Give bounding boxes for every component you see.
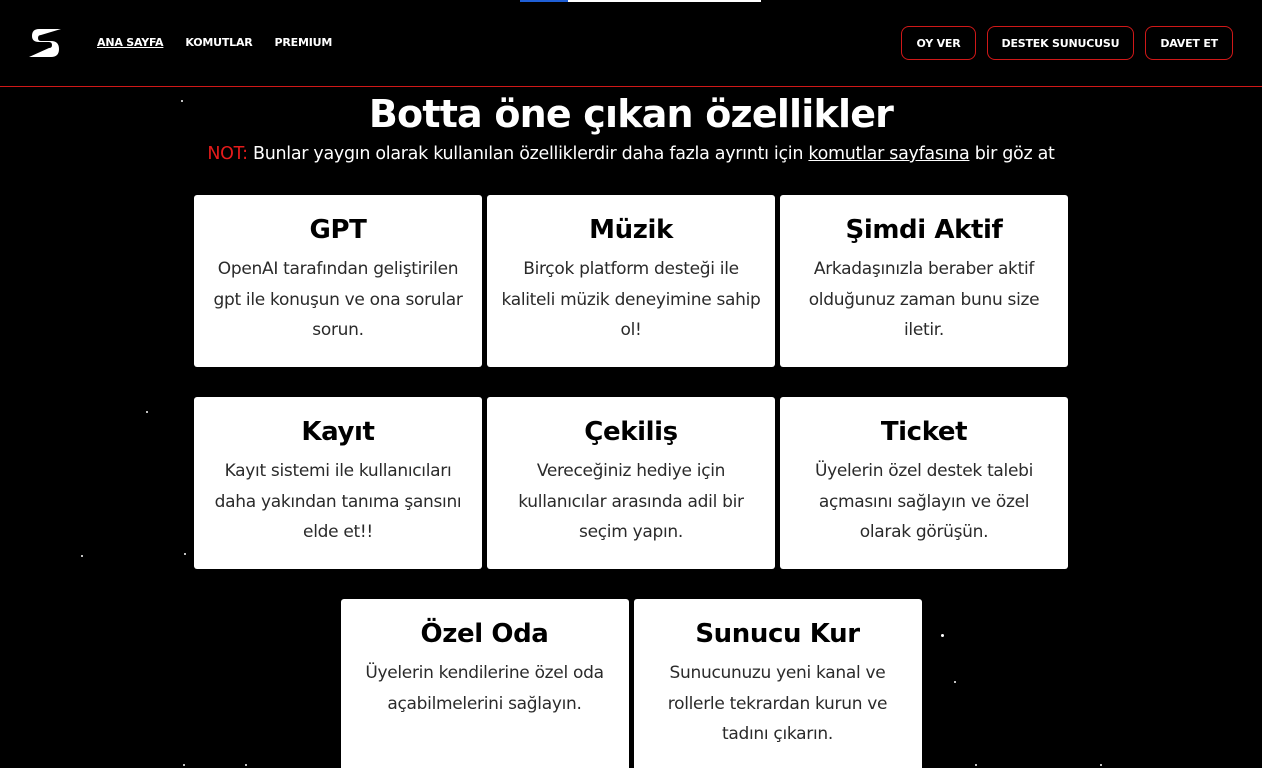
feature-description: Birçok platform desteği ile kaliteli müz… [501, 259, 761, 340]
feature-card-ozel-oda: Özel Oda Üyelerin kendilerine özel oda a… [340, 599, 629, 768]
feature-title: Sunucu Kur [695, 619, 860, 649]
feature-card-simdi-aktif: Şimdi Aktif Arkadaşınızla beraber aktif … [780, 195, 1068, 367]
hero-section: Botta öne çıkan özellikler NOT: Bunlar y… [0, 88, 1262, 164]
feature-row: Özel Oda Üyelerin kendilerine özel oda a… [0, 599, 1262, 768]
note-label: NOT: [207, 144, 248, 164]
feature-card-muzik: Müzik Birçok platform desteği ile kalite… [487, 195, 775, 367]
feature-title: Çekiliş [584, 417, 678, 447]
invite-button[interactable]: DAVET ET [1145, 26, 1233, 60]
feature-row: GPT OpenAI tarafından geliştirilen gpt i… [0, 195, 1262, 367]
feature-cards: GPT OpenAI tarafından geliştirilen gpt i… [0, 195, 1262, 768]
vote-button[interactable]: OY VER [901, 26, 976, 60]
feature-card-ticket: Ticket Üyelerin özel destek talebi açmas… [780, 397, 1068, 569]
feature-description: Kayıt sistemi ile kullanıcıları daha yak… [214, 461, 462, 542]
commands-page-link[interactable]: komutlar sayfasına [808, 144, 969, 164]
feature-description: OpenAI tarafından geliştirilen gpt ile k… [213, 259, 463, 340]
feature-description: Arkadaşınızla beraber aktif olduğunuz za… [808, 259, 1040, 340]
nav-links: ANA SAYFA KOMUTLAR PREMIUM [97, 36, 332, 49]
feature-card-cekilis: Çekiliş Vereceğiniz hediye için kullanıc… [487, 397, 775, 569]
note-tail: bir göz at [969, 144, 1055, 164]
nav-link-ana-sayfa[interactable]: ANA SAYFA [97, 36, 164, 49]
page-title: Botta öne çıkan özellikler [368, 92, 894, 136]
nav-link-komutlar[interactable]: KOMUTLAR [185, 36, 252, 49]
feature-title: Şimdi Aktif [845, 215, 1003, 245]
nav-buttons: OY VER DESTEK SUNUCUSU DAVET ET [901, 26, 1233, 60]
note-text: Bunlar yaygın olarak kullanılan özellikl… [247, 144, 809, 164]
s-logo-icon[interactable] [27, 26, 63, 60]
feature-row: Kayıt Kayıt sistemi ile kullanıcıları da… [0, 397, 1262, 569]
hero-note: NOT: Bunlar yaygın olarak kullanılan öze… [0, 144, 1262, 164]
navbar: ANA SAYFA KOMUTLAR PREMIUM OY VER DESTEK… [0, 0, 1262, 87]
feature-card-kayit: Kayıt Kayıt sistemi ile kullanıcıları da… [194, 397, 482, 569]
feature-title: Müzik [589, 215, 673, 245]
feature-card-sunucu-kur: Sunucu Kur Sunucunuzu yeni kanal ve roll… [633, 599, 922, 768]
support-server-button[interactable]: DESTEK SUNUCUSU [986, 26, 1135, 60]
feature-description: Vereceğiniz hediye için kullanıcılar ara… [518, 461, 744, 542]
feature-description: Üyelerin özel destek talebi açmasını sağ… [814, 461, 1034, 542]
feature-title: Özel Oda [420, 619, 549, 649]
feature-title: GPT [309, 215, 367, 245]
feature-description: Sunucunuzu yeni kanal ve rollerle tekrar… [667, 663, 888, 744]
feature-title: Ticket [880, 417, 968, 447]
feature-card-gpt: GPT OpenAI tarafından geliştirilen gpt i… [194, 195, 482, 367]
feature-title: Kayıt [301, 417, 375, 447]
feature-description: Üyelerin kendilerine özel oda açabilmele… [365, 663, 604, 714]
nav-link-premium[interactable]: PREMIUM [275, 36, 333, 49]
